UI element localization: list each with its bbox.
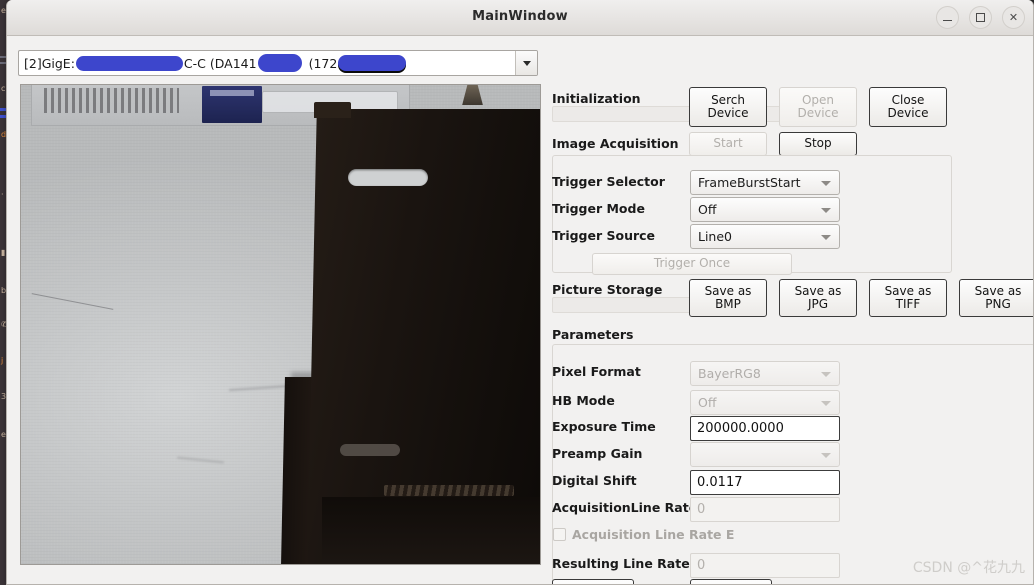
trigger-selector-label: Trigger Selector <box>552 174 665 189</box>
image-bracket-base <box>322 496 540 564</box>
preamp-gain-combobox[interactable] <box>690 442 840 467</box>
window-controls: ✕ <box>936 6 1025 29</box>
acquisition-line-rate-enable-label: Acquisition Line Rate E <box>572 527 735 542</box>
preamp-gain-label: Preamp Gain <box>552 446 643 461</box>
close-device-button[interactable]: Close Device <box>869 87 947 127</box>
device-selector-prefix: [2]GigE: <box>24 55 75 71</box>
save-as-tiff-line2: TIFF <box>895 297 921 311</box>
window-client-area: [2]GigE: C-C (DA141 (172 Initialization … <box>7 36 1033 584</box>
minimize-button[interactable] <box>936 6 959 29</box>
digital-shift-label: Digital Shift <box>552 473 637 488</box>
start-acquisition-button[interactable]: Start <box>689 132 767 156</box>
hb-mode-value: Off <box>698 395 717 410</box>
image-bracket-slot-top <box>347 168 429 187</box>
close-device-label-line1: Close <box>891 92 925 107</box>
save-as-bmp-button[interactable]: Save as BMP <box>689 279 767 317</box>
resulting-line-rate-label: Resulting Line Rate <box>552 556 690 571</box>
open-device-label-line1: Open <box>801 92 835 107</box>
save-as-bmp-line2: BMP <box>715 297 741 311</box>
pixel-format-label: Pixel Format <box>552 364 641 379</box>
save-as-png-line2: PNG <box>985 297 1011 311</box>
exposure-time-input[interactable]: 200000.0000 <box>690 416 840 441</box>
search-device-label-line1: Serch <box>711 92 745 107</box>
chevron-down-icon <box>821 207 831 213</box>
image-bracket-tab <box>314 102 351 118</box>
search-device-button[interactable]: Serch Device <box>689 87 767 127</box>
trigger-source-label: Trigger Source <box>552 228 656 243</box>
device-selector-suffix: (172 <box>308 55 338 71</box>
digital-shift-input[interactable]: 0.0117 <box>690 470 840 495</box>
close-button[interactable]: ✕ <box>1002 6 1025 29</box>
redaction-block-2 <box>257 54 302 72</box>
image-acquisition-label: Image Acquisition <box>552 136 679 151</box>
window-title: MainWindow <box>472 9 568 24</box>
open-device-label-line2: Device <box>797 106 839 120</box>
parameters-label: Parameters <box>552 327 634 342</box>
chevron-down-icon <box>821 400 831 406</box>
save-as-tiff-button[interactable]: Save as TIFF <box>869 279 947 317</box>
device-selector-arrow[interactable] <box>515 51 537 75</box>
image-blue-connector <box>201 85 263 124</box>
save-as-png-button[interactable]: Save as PNG <box>959 279 1033 317</box>
trigger-once-button[interactable]: Trigger Once <box>592 253 792 275</box>
device-selector-combobox[interactable]: [2]GigE: C-C (DA141 (172 <box>18 50 538 76</box>
picture-storage-label: Picture Storage <box>552 282 663 297</box>
image-preview-panel[interactable] <box>20 84 541 565</box>
image-weld-bead <box>384 484 515 497</box>
camera-image <box>21 85 540 564</box>
set-parameter-button[interactable]: Set Parameter <box>690 579 772 584</box>
save-as-bmp-line1: Save as <box>704 283 752 298</box>
screen: e c d · ▮ b ✆ j 3 e MainWindow ✕ [2]GigE… <box>0 0 1034 585</box>
close-device-label-line2: Device <box>887 106 929 120</box>
csdn-watermark: CSDN @^花九九 <box>912 560 1025 576</box>
save-as-jpg-line1: Save as <box>794 283 842 298</box>
save-as-jpg-line2: JPG <box>807 297 829 311</box>
chevron-down-icon <box>821 234 831 240</box>
chevron-down-icon <box>821 371 831 377</box>
image-case-hardware <box>43 88 180 113</box>
title-bar: MainWindow ✕ <box>7 0 1033 36</box>
get-parameter-button[interactable]: Get Parameter <box>552 579 634 584</box>
initialization-label: Initialization <box>552 91 641 106</box>
pixel-format-value: BayerRG8 <box>698 366 761 381</box>
open-device-button[interactable]: Open Device <box>779 87 857 127</box>
hb-mode-combobox[interactable]: Off <box>690 390 840 415</box>
acquisition-line-rate-enable-checkbox[interactable] <box>553 528 566 541</box>
trigger-mode-value: Off <box>698 202 717 217</box>
chevron-down-icon <box>522 60 531 66</box>
maximize-button[interactable] <box>969 6 992 29</box>
trigger-selector-value: FrameBurstStart <box>698 175 801 190</box>
exposure-time-label: Exposure Time <box>552 419 656 434</box>
chevron-down-icon <box>821 180 831 186</box>
search-device-label-line2: Device <box>707 106 749 120</box>
device-selector-mid: C-C (DA141 <box>183 55 257 71</box>
chevron-down-icon <box>821 452 831 458</box>
pixel-format-combobox[interactable]: BayerRG8 <box>690 361 840 386</box>
main-window: MainWindow ✕ [2]GigE: C-C (DA141 (172 In… <box>6 0 1034 585</box>
save-as-png-line1: Save as <box>974 283 1022 298</box>
hb-mode-label: HB Mode <box>552 393 615 408</box>
trigger-selector-combobox[interactable]: FrameBurstStart <box>690 170 840 195</box>
trigger-mode-combobox[interactable]: Off <box>690 197 840 222</box>
trigger-mode-label: Trigger Mode <box>552 201 645 216</box>
image-bracket-slot-bottom <box>340 444 400 456</box>
acquisition-line-rate-input[interactable]: 0 <box>690 497 840 522</box>
save-as-tiff-line1: Save as <box>884 283 932 298</box>
save-as-jpg-button[interactable]: Save as JPG <box>779 279 857 317</box>
redaction-block-3 <box>338 55 407 71</box>
acquisition-line-rate-label: AcquisitionLine Rate <box>552 500 698 515</box>
control-panel: Initialization Serch Device Open Device … <box>547 36 1033 584</box>
resulting-line-rate-input[interactable]: 0 <box>690 553 840 578</box>
redaction-block-1 <box>75 55 183 71</box>
trigger-source-value: Line0 <box>698 229 733 244</box>
trigger-source-combobox[interactable]: Line0 <box>690 224 840 249</box>
stop-acquisition-button[interactable]: Stop <box>779 132 857 156</box>
